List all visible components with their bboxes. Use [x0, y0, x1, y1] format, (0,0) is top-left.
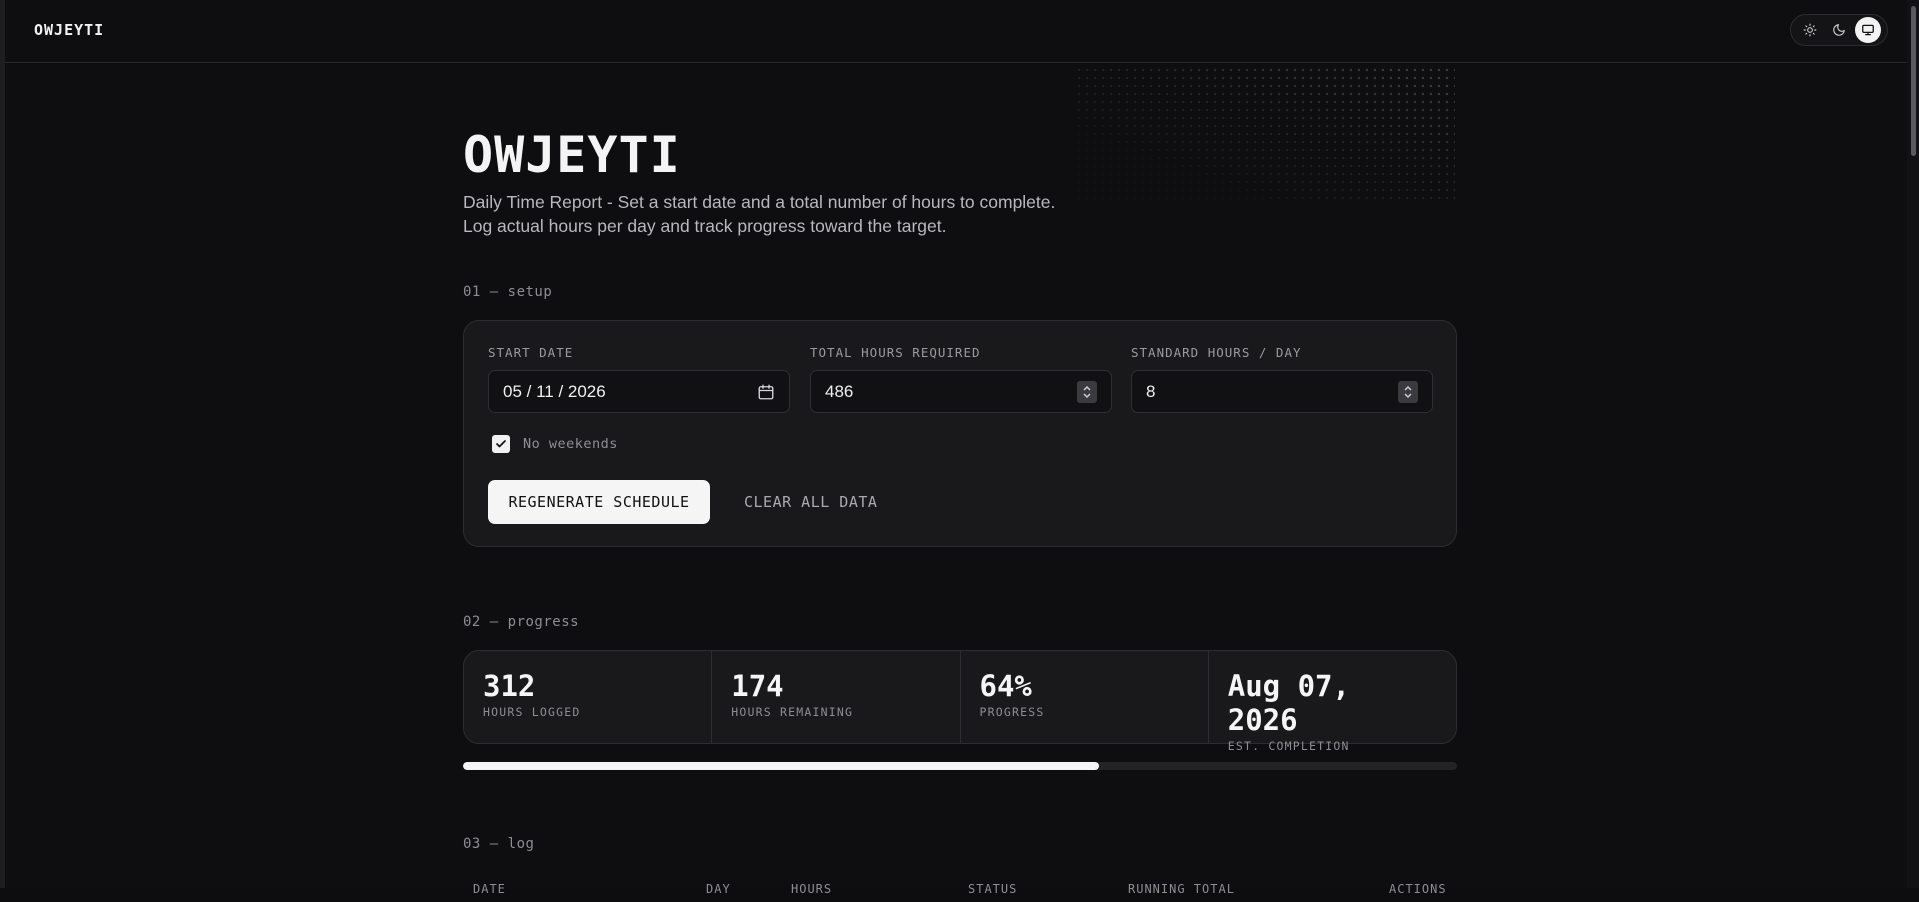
top-bar: OWJEYTI	[5, 0, 1907, 63]
monitor-icon	[1862, 24, 1875, 36]
standard-hours-field: STANDARD HOURS / DAY 8	[1131, 345, 1433, 413]
scrollbar[interactable]	[1907, 0, 1919, 888]
hours-logged-value: 312	[483, 669, 536, 703]
progress-bar	[463, 762, 1457, 770]
no-weekends-label: No weekends	[523, 436, 618, 452]
scrollbar-thumb[interactable]	[1911, 6, 1916, 156]
stepper-arrows-icon	[1404, 385, 1412, 398]
setup-card: START DATE 05 / 11 / 2026 TOTAL HOURS RE…	[463, 320, 1457, 547]
total-hours-input[interactable]: 486	[810, 370, 1112, 413]
log-table-header: DATE DAY HOURS STATUS RUNNING TOTAL ACTI…	[463, 882, 1457, 902]
start-date-input[interactable]: 05 / 11 / 2026	[488, 370, 790, 413]
standard-hours-label: STANDARD HOURS / DAY	[1131, 345, 1302, 360]
theme-switcher	[1790, 14, 1888, 46]
progress-value: 64%	[979, 669, 1032, 703]
no-weekends-checkbox[interactable]	[492, 435, 510, 453]
stepper-arrows-icon	[1083, 385, 1091, 398]
est-completion-value: Aug 07, 2026	[1227, 669, 1350, 737]
column-header-running-total[interactable]: RUNNING TOTAL	[1128, 882, 1235, 896]
stat-progress: 64% PROGRESS	[961, 651, 1209, 743]
regenerate-schedule-button[interactable]: REGENERATE SCHEDULE	[488, 480, 710, 524]
moon-icon	[1833, 24, 1845, 36]
stat-hours-logged: 312 HOURS LOGGED	[464, 651, 713, 743]
start-date-label: START DATE	[488, 345, 574, 360]
progress-bar-fill	[463, 762, 1100, 770]
page-title: OWJEYTI	[463, 126, 681, 184]
clear-all-data-button[interactable]: CLEAR ALL DATA	[744, 480, 877, 524]
total-hours-field: TOTAL HOURS REQUIRED 486	[810, 345, 1112, 413]
theme-dark-button[interactable]	[1826, 17, 1852, 43]
column-header-actions[interactable]: ACTIONS	[1389, 882, 1447, 896]
est-completion-label: EST. COMPLETION	[1227, 739, 1350, 753]
column-header-hours[interactable]: HOURS	[791, 882, 832, 896]
dot-grid-decoration	[1075, 66, 1455, 201]
number-stepper[interactable]	[1398, 380, 1418, 403]
hours-logged-label: HOURS LOGGED	[483, 705, 581, 719]
hours-remaining-label: HOURS REMAINING	[731, 705, 854, 719]
section-label-progress: 02 — progress	[463, 614, 580, 630]
page-subtitle: Daily Time Report - Set a start date and…	[463, 192, 1056, 236]
theme-system-button[interactable]	[1855, 17, 1882, 43]
total-hours-value: 486	[825, 381, 854, 401]
checkmark-icon	[496, 440, 506, 448]
standard-hours-input[interactable]: 8	[1131, 370, 1433, 413]
calendar-icon[interactable]	[757, 383, 775, 401]
window-edge	[0, 0, 5, 888]
theme-light-button[interactable]	[1797, 17, 1823, 43]
start-date-value: 05 / 11 / 2026	[503, 381, 606, 401]
total-hours-label: TOTAL HOURS REQUIRED	[810, 345, 981, 360]
column-header-day[interactable]: DAY	[706, 882, 731, 896]
app-window: OWJEYTI OWJEYTI Daily Time Report - Set …	[0, 0, 1919, 896]
section-label-setup: 01 — setup	[463, 284, 553, 300]
stat-est-completion: Aug 07, 2026 EST. COMPLETION	[1209, 651, 1456, 753]
column-header-date[interactable]: DATE	[473, 882, 506, 896]
start-date-field: START DATE 05 / 11 / 2026	[488, 345, 790, 413]
stats-card: 312 HOURS LOGGED 174 HOURS REMAINING 64%…	[463, 650, 1457, 753]
no-weekends-option[interactable]: No weekends	[492, 435, 618, 453]
sun-icon	[1803, 23, 1817, 37]
column-header-status[interactable]: STATUS	[968, 882, 1017, 896]
brand-logo[interactable]: OWJEYTI	[34, 21, 104, 39]
hours-remaining-value: 174	[731, 669, 784, 703]
section-label-log: 03 — log	[463, 836, 535, 852]
standard-hours-value: 8	[1146, 381, 1156, 401]
progress-label: PROGRESS	[979, 705, 1045, 719]
number-stepper[interactable]	[1077, 380, 1097, 403]
stat-hours-remaining: 174 HOURS REMAINING	[712, 651, 961, 743]
